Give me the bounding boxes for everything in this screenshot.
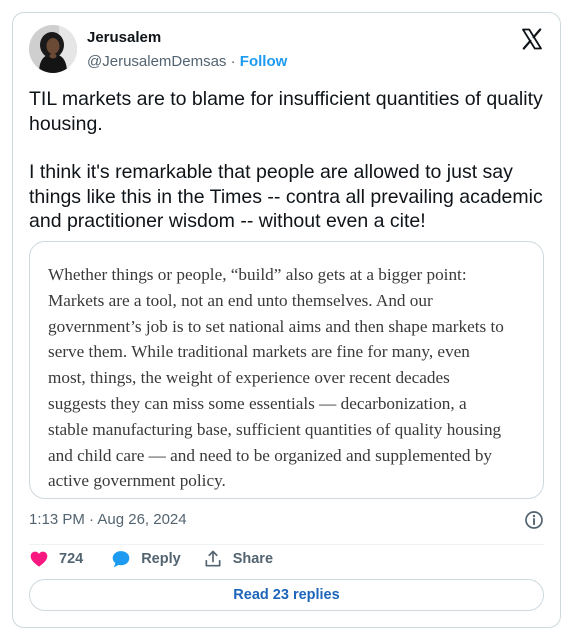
separator-dot: · [230,53,236,70]
speech-bubble-icon [112,551,130,568]
reply-label: Reply [141,551,181,567]
author-handle[interactable]: @JerusalemDemsas [87,53,226,70]
reply-button[interactable]: Reply [111,549,181,569]
author-name[interactable]: Jerusalem [87,29,161,46]
author-meta: @JerusalemDemsas · Follow [87,53,287,70]
tweet-paragraph: TIL markets are to blame for insufficien… [29,88,543,135]
tweet-timestamp[interactable]: 1:13 PM · Aug 26, 2024 [29,511,187,528]
quote-line: most, things, the weight of experience o… [48,368,450,388]
share-label: Share [232,551,274,567]
follow-button[interactable]: Follow [240,53,288,70]
quote-line: serve them. While traditional markets ar… [48,342,470,362]
share-button[interactable]: Share [203,549,273,569]
quote-line: government’s job is to set national aims… [48,316,504,336]
quote-line: stable manufacturing base, sufficient qu… [48,419,502,439]
like-button[interactable]: 724 [29,549,83,569]
heart-icon [30,551,48,567]
quote-line: Markets are a tool, not an end unto them… [48,290,433,310]
quoted-image[interactable]: Whether things or people, “build” also g… [29,241,544,499]
action-bar: 724 Reply Share [29,549,273,569]
tweet-paragraph: I think it's remarkable that people are … [29,161,543,232]
divider [29,544,544,545]
quote-line: suggests they can miss some essentials —… [48,393,467,413]
quote-line: active government policy. [48,471,226,491]
avatar[interactable] [29,25,77,73]
quote-line: and child care — and need to be organize… [48,445,493,465]
tweet-card: Jerusalem @JerusalemDemsas · Follow TIL … [12,12,561,628]
avatar-image [29,25,77,73]
info-icon[interactable] [524,510,544,530]
quote-line: Whether things or people, “build” also g… [48,265,467,284]
tweet-text: TIL markets are to blame for insufficien… [29,87,544,234]
x-logo-icon[interactable] [520,27,544,51]
read-replies-button[interactable]: Read 23 replies [29,579,544,611]
quoted-text: Whether things or people, “build” also g… [48,262,543,494]
share-upload-icon [205,550,221,567]
like-count: 724 [59,551,84,567]
